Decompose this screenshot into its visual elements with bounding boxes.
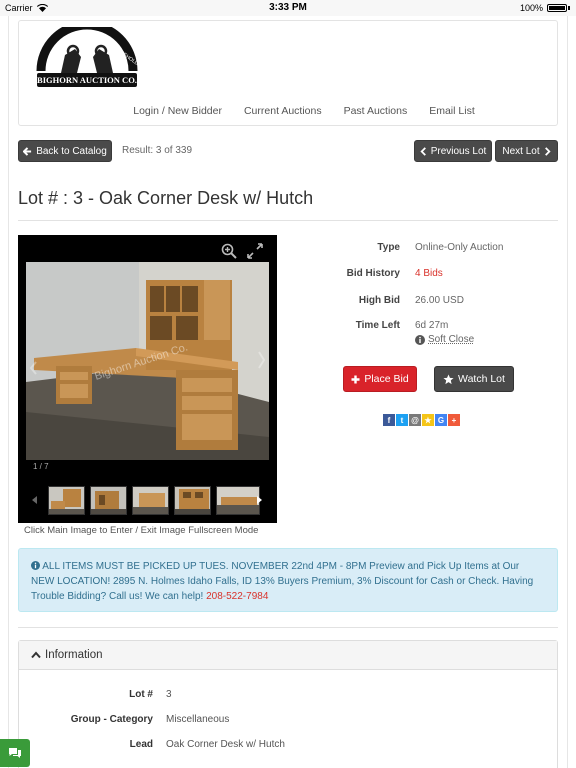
gallery-tools — [221, 243, 263, 259]
information-heading: Information — [45, 649, 103, 661]
battery-area: 100% — [520, 3, 570, 13]
result-counter: Result: 3 of 339 — [122, 145, 193, 156]
plus-icon — [351, 375, 360, 383]
place-bid-label: Place Bid — [364, 373, 409, 385]
lot-number-value: 3 — [166, 689, 172, 700]
information-panel: Information Lot # 3 Group - Category Mis… — [18, 640, 558, 768]
logo-text: BIGHORN AUCTION CO. — [37, 75, 137, 85]
share-bar: f t @ ★ G + — [383, 414, 460, 426]
thumbnail[interactable] — [48, 486, 85, 515]
battery-percent: 100% — [519, 3, 543, 13]
svg-text:IDAHO: IDAHO — [50, 47, 63, 64]
title-divider — [18, 220, 558, 221]
chat-icon — [9, 748, 21, 758]
pickup-notice: ALL ITEMS MUST BE PICKED UP TUES. NOVEMB… — [18, 548, 558, 612]
thumb-prev-icon[interactable] — [32, 496, 38, 504]
group-category-value: Miscellaneous — [166, 714, 230, 725]
time-left-value: 6d 27m — [415, 320, 449, 331]
fullscreen-icon[interactable] — [247, 243, 263, 259]
information-header[interactable]: Information — [19, 641, 557, 670]
group-category-label: Group - Category — [70, 714, 153, 725]
main-photo[interactable]: Bighorn Auction Co. — [26, 262, 269, 460]
main-nav: Login / New Bidder Current Auctions Past… — [19, 105, 559, 117]
star-icon — [443, 373, 454, 384]
thumbnail[interactable] — [174, 486, 211, 515]
image-gallery: Bighorn Auction Co. 1 / 7 — [18, 235, 277, 523]
nav-current-auctions[interactable]: Current Auctions — [244, 105, 322, 117]
chevron-left-icon — [420, 146, 426, 156]
battery-icon — [547, 4, 567, 12]
back-label: Back to Catalog — [36, 145, 107, 157]
notice-text: ALL ITEMS MUST BE PICKED UP TUES. NOVEMB… — [31, 561, 534, 602]
lead-value: Oak Corner Desk w/ Hutch — [166, 739, 285, 750]
high-bid-value: 26.00 USD — [415, 295, 464, 306]
favorite-icon[interactable]: ★ — [422, 414, 434, 426]
next-label: Next Lot — [502, 145, 540, 157]
clock: 3:33 PM — [269, 2, 307, 13]
phone-link[interactable]: 208-522-7984 — [206, 591, 268, 602]
arrow-left-icon — [23, 146, 32, 156]
lot-number-label: Lot # — [129, 689, 153, 700]
watch-lot-button[interactable]: Watch Lot — [434, 366, 514, 392]
soft-close-link[interactable]: Soft Close — [428, 334, 474, 345]
email-icon[interactable]: @ — [409, 414, 421, 426]
facebook-icon[interactable]: f — [383, 414, 395, 426]
time-left-label: Time Left — [355, 320, 400, 331]
lot-title: Lot # : 3 - Oak Corner Desk w/ Hutch — [18, 188, 314, 208]
svg-text:FARM: FARM — [69, 32, 84, 43]
thumb-next-icon[interactable] — [257, 496, 263, 504]
status-bar: Carrier 3:33 PM 100% — [0, 0, 576, 16]
soft-close-row: Soft Close — [415, 334, 474, 345]
site-header: IDAHO FARM RANCH HOUSEHOLD BIGHORN AUCTI… — [18, 20, 558, 126]
battery-tip-icon — [568, 6, 570, 10]
type-label: Type — [377, 242, 400, 253]
bid-history-label: Bid History — [346, 268, 400, 279]
place-bid-button[interactable]: Place Bid — [343, 366, 417, 392]
more-share-icon[interactable]: + — [448, 414, 460, 426]
gallery-caption: Click Main Image to Enter / Exit Image F… — [24, 525, 259, 536]
zoom-in-icon[interactable] — [221, 243, 237, 259]
svg-text:RANCH: RANCH — [89, 34, 108, 42]
desk-photo: Bighorn Auction Co. — [26, 262, 269, 460]
type-value: Online-Only Auction — [415, 242, 504, 253]
google-icon[interactable]: G — [435, 414, 447, 426]
nav-email-list[interactable]: Email List — [429, 105, 475, 117]
back-to-catalog-button[interactable]: Back to Catalog — [18, 140, 112, 162]
watch-lot-label: Watch Lot — [458, 373, 505, 385]
bid-history-link[interactable]: 4 Bids — [415, 268, 443, 279]
nav-login[interactable]: Login / New Bidder — [133, 105, 222, 117]
thumbnail[interactable] — [132, 486, 169, 515]
previous-lot-button[interactable]: Previous Lot — [414, 140, 492, 162]
previous-label: Previous Lot — [430, 145, 487, 157]
chat-button[interactable] — [0, 739, 30, 767]
info-circle-icon — [415, 334, 425, 345]
nav-past-auctions[interactable]: Past Auctions — [344, 105, 408, 117]
thumbnail[interactable] — [216, 486, 260, 515]
thumbnail[interactable] — [90, 486, 127, 515]
twitter-icon[interactable]: t — [396, 414, 408, 426]
chevron-right-icon — [544, 146, 551, 156]
chevron-up-icon — [31, 651, 41, 659]
next-lot-button[interactable]: Next Lot — [495, 140, 558, 162]
lead-label: Lead — [129, 739, 153, 750]
high-bid-label: High Bid — [358, 295, 400, 306]
image-counter: 1 / 7 — [33, 462, 49, 471]
notice-divider — [18, 627, 558, 628]
info-icon — [31, 561, 40, 570]
bighorn-logo[interactable]: IDAHO FARM RANCH HOUSEHOLD BIGHORN AUCTI… — [33, 27, 141, 93]
thumbnail-strip — [48, 486, 260, 515]
